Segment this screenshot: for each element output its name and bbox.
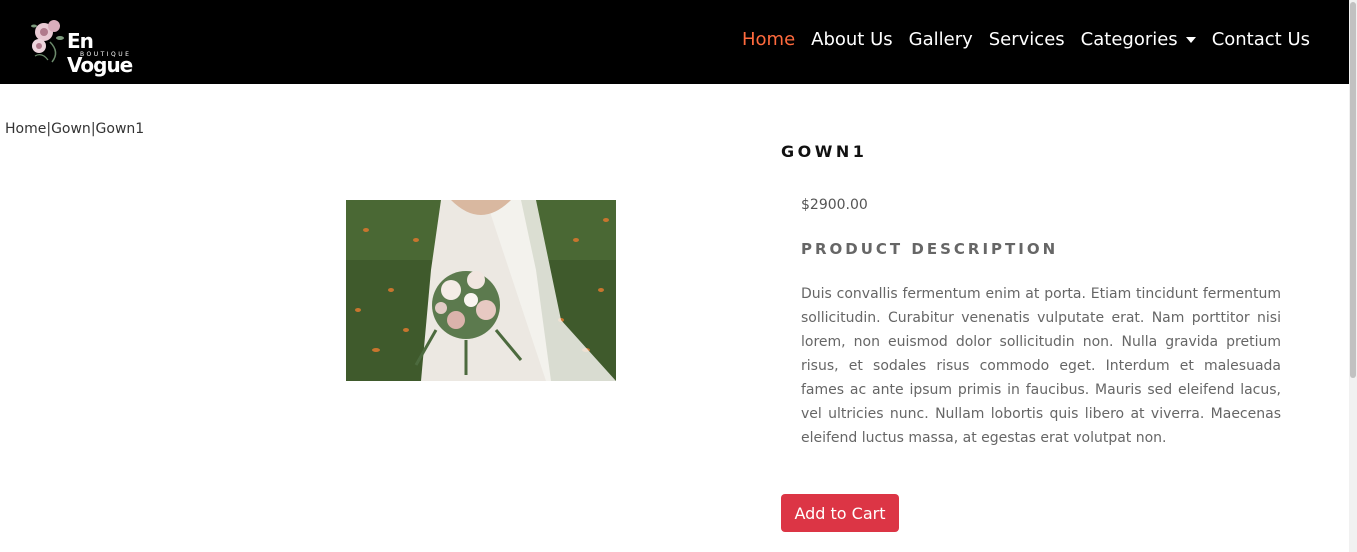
product-price: $2900.00 bbox=[801, 197, 868, 213]
brand-logo[interactable]: En Vogue BOUTIQUE bbox=[30, 12, 154, 77]
navbar: En Vogue BOUTIQUE Home About Us Gallery … bbox=[0, 0, 1349, 84]
nav-contact-us[interactable]: Contact Us bbox=[1212, 29, 1310, 50]
nav-gallery[interactable]: Gallery bbox=[909, 29, 973, 50]
scrollbar-thumb[interactable] bbox=[1350, 2, 1356, 378]
product-title: GOWN1 bbox=[781, 142, 868, 161]
product-description: Duis convallis fermentum enim at porta. … bbox=[801, 286, 1281, 446]
page-scrollbar[interactable] bbox=[1349, 0, 1357, 552]
product-image bbox=[346, 200, 616, 381]
brand-subtitle: BOUTIQUE bbox=[80, 51, 132, 58]
nav-about-us[interactable]: About Us bbox=[811, 29, 893, 50]
nav-home[interactable]: Home bbox=[742, 29, 795, 50]
breadcrumb-current: Gown1 bbox=[95, 121, 145, 137]
breadcrumb-home[interactable]: Home bbox=[5, 121, 46, 137]
add-to-cart-button[interactable]: Add to Cart bbox=[781, 494, 899, 532]
caret-down-icon bbox=[1185, 36, 1196, 43]
nav-categories-dropdown[interactable]: Categories bbox=[1081, 29, 1196, 50]
nav-categories-label: Categories bbox=[1080, 28, 1178, 50]
breadcrumb: Home | Gown | Gown1 bbox=[5, 121, 144, 137]
product-description-heading: PRODUCT DESCRIPTION bbox=[801, 240, 1059, 258]
breadcrumb-gown[interactable]: Gown bbox=[51, 121, 91, 137]
main-nav: Home About Us Gallery Services Categorie… bbox=[742, 26, 1310, 52]
nav-services[interactable]: Services bbox=[989, 29, 1065, 50]
